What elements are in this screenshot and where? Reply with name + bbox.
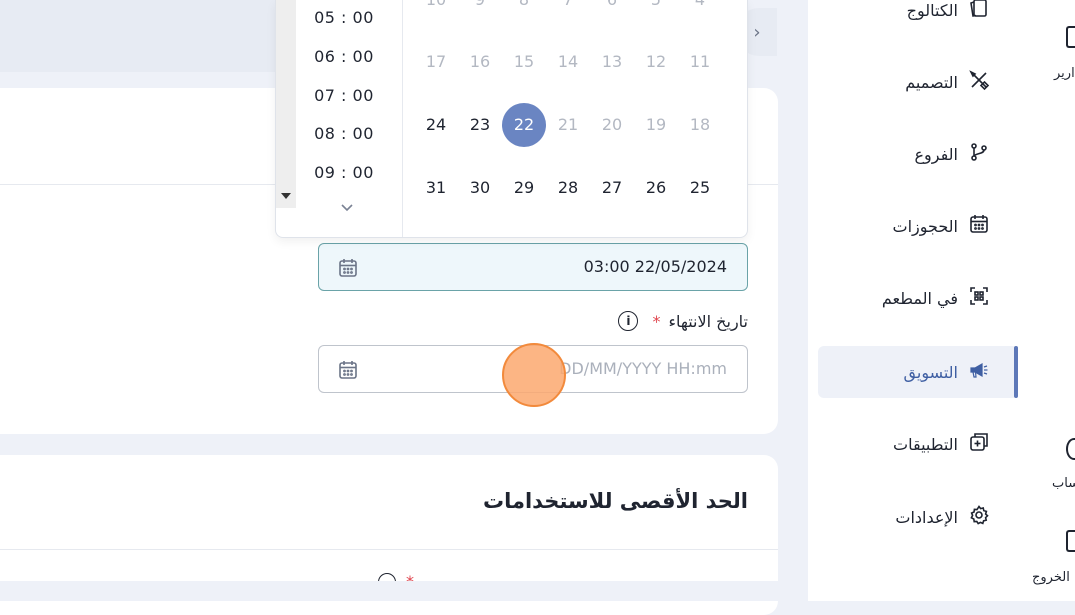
divider — [402, 0, 403, 237]
scroll-down-arrow-icon[interactable] — [281, 193, 291, 199]
logout-icon[interactable] — [1066, 530, 1075, 552]
sidebar-item-reservations[interactable]: الحجوزات — [818, 200, 1018, 252]
calendar-day[interactable]: 8 — [502, 0, 546, 22]
end-date-placeholder: DD/MM/YYYY HH:mm — [559, 359, 727, 378]
sidebar-item-label: التسويق — [903, 362, 958, 382]
calendar-day[interactable]: 19 — [634, 103, 678, 147]
calendar-day[interactable]: 28 — [546, 166, 590, 210]
reports-icon[interactable] — [1066, 26, 1075, 48]
calendar-day[interactable]: 6 — [590, 0, 634, 22]
calendar-day[interactable]: 18 — [678, 103, 722, 147]
sidebar-item-settings[interactable]: الإعدادات — [818, 491, 1018, 543]
sidebar-item-label: الكتالوج — [906, 0, 958, 20]
time-option[interactable]: 08 : 00 — [298, 124, 390, 143]
sidebar-item-apps[interactable]: التطبيقات — [818, 418, 1018, 470]
account-rail: اریر ساب الخروج — [1028, 0, 1075, 601]
sidebar: الكتالوج التصميم الفروع الحجوزات في المط… — [808, 0, 1028, 601]
bottom-strip — [0, 581, 808, 601]
calendar-day[interactable]: 16 — [458, 40, 502, 84]
megaphone-icon — [968, 359, 990, 385]
calendar-day[interactable]: 5 — [634, 0, 678, 22]
calendar-day[interactable]: 14 — [546, 40, 590, 84]
calendar-day[interactable]: 24 — [414, 103, 458, 147]
sidebar-item-label: الحجوزات — [892, 216, 958, 236]
start-date-input[interactable]: 03:00 22/05/2024 — [318, 243, 748, 291]
rail-label[interactable]: الخروج — [1032, 570, 1070, 585]
calendar-day[interactable]: 9 — [458, 0, 502, 22]
required-mark: * — [652, 311, 661, 331]
sidebar-item-in-restaurant[interactable]: في المطعم — [818, 272, 1018, 324]
calendar-day[interactable]: 12 — [634, 40, 678, 84]
sidebar-item-marketing[interactable]: التسويق — [818, 346, 1018, 398]
calendar-day[interactable]: 31 — [414, 166, 458, 210]
sidebar-item-label: الإعدادات — [895, 507, 958, 527]
calendar-icon — [337, 257, 359, 283]
calendar-day[interactable]: 20 — [590, 103, 634, 147]
calendar-day[interactable]: 30 — [458, 166, 502, 210]
chevron-right-icon: › — [753, 21, 761, 43]
calendar-icon — [968, 213, 990, 239]
rail-label[interactable]: ساب — [1052, 476, 1075, 491]
calendar-day[interactable]: 26 — [634, 166, 678, 210]
calendar-day[interactable]: 11 — [678, 40, 722, 84]
calendar-day[interactable]: 17 — [414, 40, 458, 84]
click-indicator — [502, 343, 566, 407]
calendar-day[interactable]: 21 — [546, 103, 590, 147]
gear-icon — [968, 504, 990, 530]
time-option[interactable]: 06 : 00 — [298, 47, 390, 66]
account-icon[interactable] — [1066, 438, 1075, 460]
end-date-label-row: تاريخ الانتهاء * i — [618, 311, 748, 331]
apps-icon — [968, 431, 990, 457]
sidebar-item-label: الفروع — [914, 144, 958, 164]
date-time-picker: 05 : 00 06 : 00 07 : 00 08 : 00 09 : 00 … — [275, 0, 748, 238]
sidebar-item-label: التطبيقات — [893, 434, 958, 454]
rail-label[interactable]: اریر — [1054, 66, 1075, 81]
time-option[interactable]: 05 : 00 — [298, 8, 390, 27]
divider — [0, 549, 778, 550]
calendar-day[interactable]: 29 — [502, 166, 546, 210]
calendar-day[interactable]: 13 — [590, 40, 634, 84]
calendar-icon — [337, 359, 359, 385]
sidebar-item-label: التصميم — [905, 72, 958, 92]
chevron-down-icon[interactable] — [340, 200, 354, 214]
calendar-day[interactable]: 10 — [414, 0, 458, 22]
sidebar-item-branches[interactable]: الفروع — [818, 128, 1018, 180]
time-option[interactable]: 09 : 00 — [298, 163, 390, 182]
info-icon[interactable]: i — [618, 311, 639, 331]
header-strip — [0, 0, 278, 72]
sidebar-item-label: في المطعم — [881, 288, 958, 308]
calendar-day[interactable]: 27 — [590, 166, 634, 210]
calendar-day[interactable]: 4 — [678, 0, 722, 22]
calendar-day[interactable]: 15 — [502, 40, 546, 84]
sidebar-item-catalog[interactable]: الكتالوج — [818, 0, 1018, 36]
calendar-day[interactable]: 7 — [546, 0, 590, 22]
calendar-day[interactable]: 23 — [458, 103, 502, 147]
time-scrollbar[interactable] — [276, 0, 296, 208]
calendar-day-selected[interactable]: 22 — [502, 103, 546, 147]
design-tools-icon — [968, 69, 990, 95]
start-date-value: 03:00 22/05/2024 — [583, 257, 727, 276]
sidebar-item-design[interactable]: التصميم — [818, 56, 1018, 108]
qr-scan-icon — [968, 285, 990, 311]
usage-section-title: الحد الأقصى للاستخدامات — [482, 489, 748, 513]
time-option[interactable]: 07 : 00 — [298, 86, 390, 105]
catalog-icon — [968, 0, 990, 23]
end-date-label: تاريخ الانتهاء — [668, 311, 748, 331]
calendar-day[interactable]: 25 — [678, 166, 722, 210]
branches-icon — [968, 141, 990, 167]
